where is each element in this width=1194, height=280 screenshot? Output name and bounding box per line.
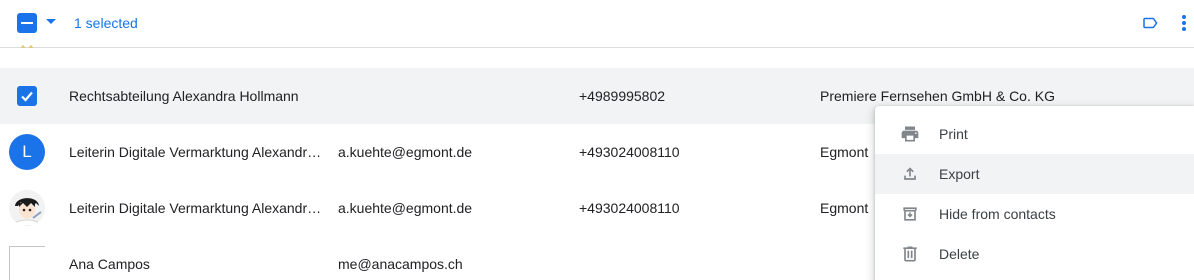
contact-name: Leiterin Digitale Vermarktung Alexandra … <box>69 144 327 160</box>
trash-icon <box>903 246 917 262</box>
contact-email <box>338 68 568 124</box>
selection-toolbar: 1 selected <box>0 0 1194 48</box>
row-checkbox[interactable] <box>17 86 37 106</box>
contact-email: a.kuehte@egmont.de <box>338 200 473 216</box>
hide-contact-icon <box>903 207 917 221</box>
select-all-checkbox[interactable] <box>17 13 37 33</box>
export-icon <box>904 167 916 180</box>
contact-name: Leiterin Digitale Vermarktung Alexandra … <box>69 200 327 216</box>
broken-image-icon <box>9 246 45 280</box>
contact-email: me@anacampos.ch <box>338 256 463 272</box>
check-icon <box>21 91 33 102</box>
menu-item-hide-from-contacts[interactable]: Hide from contacts <box>875 194 1194 234</box>
contact-name: Rechtsabteilung Alexandra Hollmann <box>69 88 299 104</box>
chevron-down-icon[interactable] <box>46 19 56 24</box>
contact-email: a.kuehte@egmont.de <box>338 144 473 160</box>
menu-item-label: Hide from contacts <box>939 206 1056 222</box>
avatar-letter: L <box>9 134 45 170</box>
menu-item-export[interactable]: Export <box>875 154 1194 194</box>
contact-phone: +493024008110 <box>579 200 680 216</box>
contact-phone <box>579 236 809 280</box>
menu-item-print[interactable]: Print <box>875 114 1194 154</box>
menu-item-label: Print <box>939 126 968 142</box>
more-actions-menu: Print Export Hide from contacts Delete <box>875 106 1194 280</box>
menu-item-label: Delete <box>939 246 980 262</box>
more-vert-icon[interactable] <box>1180 13 1188 33</box>
contact-phone: +493024008110 <box>579 144 680 160</box>
avatar[interactable] <box>9 190 45 226</box>
avatar-photo <box>9 190 45 226</box>
selection-count: 1 selected <box>74 15 138 31</box>
contact-phone: +4989995802 <box>579 88 666 104</box>
contact-name: Ana Campos <box>69 256 150 272</box>
avatar[interactable] <box>9 246 45 280</box>
menu-item-label: Export <box>939 166 980 182</box>
label-icon[interactable] <box>1141 14 1159 32</box>
partial-avatar <box>14 40 40 48</box>
menu-item-delete[interactable]: Delete <box>875 234 1194 274</box>
print-icon <box>901 126 919 142</box>
avatar[interactable]: L <box>9 134 45 170</box>
